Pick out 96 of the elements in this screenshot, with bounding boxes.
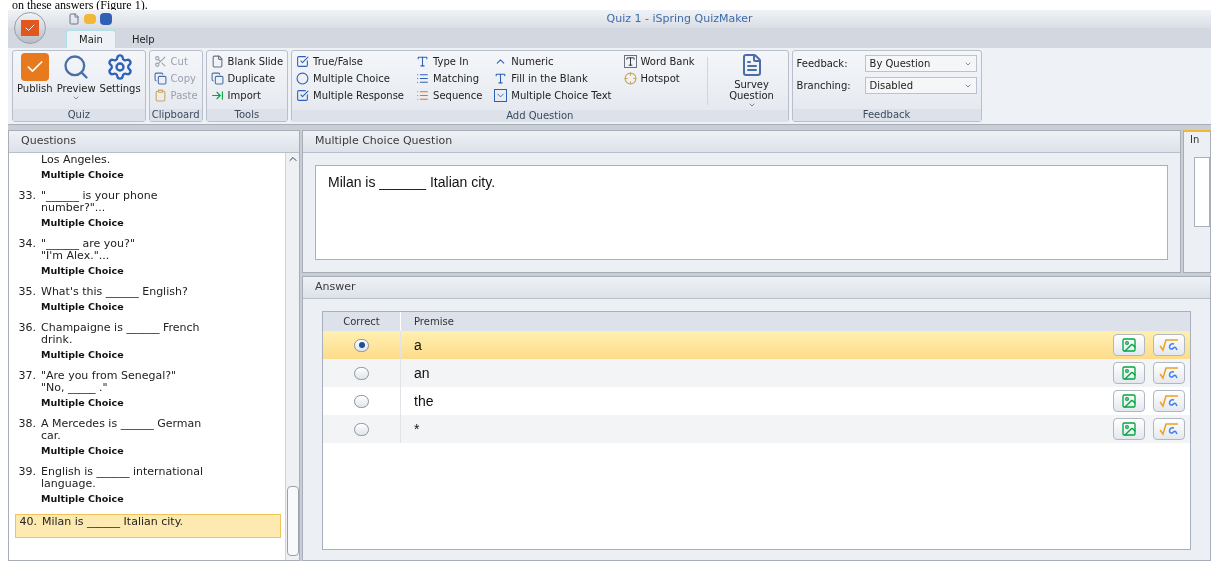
panel-header: Questions: [9, 131, 299, 153]
answer-row[interactable]: an: [323, 359, 1190, 387]
page-icon: [210, 55, 224, 68]
question-list-item[interactable]: 40. Milan is ______ Italian city.: [15, 514, 281, 538]
checkbox-icon: [296, 55, 310, 68]
image-button[interactable]: [1113, 362, 1145, 384]
ribbon-button[interactable]: Multiple Choice: [296, 70, 405, 87]
ribbon-large-button[interactable]: Preview: [56, 53, 96, 102]
premise-text: a: [413, 335, 423, 355]
formula-button[interactable]: [1153, 362, 1185, 384]
image-icon: [1121, 337, 1137, 353]
column-header: Premise: [413, 315, 455, 329]
caret-icon: [747, 101, 756, 109]
group-label: Clipboard: [149, 109, 202, 121]
window-title: Quiz 1 - iSpring QuizMaker: [605, 10, 754, 27]
crosshair-icon: [623, 72, 637, 85]
formula-button[interactable]: [1153, 418, 1185, 440]
type-icon: [623, 55, 637, 68]
image-button[interactable]: [1113, 418, 1145, 440]
clipboard-icon: [153, 89, 167, 102]
list-icon: [416, 72, 430, 85]
ribbon-button[interactable]: Type In: [416, 53, 483, 70]
ribbon-button[interactable]: Numeric: [494, 53, 612, 70]
group-label: Feedback: [792, 109, 981, 121]
ribbon-large-button[interactable]: Publish: [17, 53, 53, 102]
image-icon: [1121, 365, 1137, 381]
group-label: Tools: [206, 109, 288, 121]
premise-text: an: [413, 363, 431, 383]
formula-button[interactable]: [1153, 390, 1185, 412]
radio-button[interactable]: [354, 338, 369, 352]
ribbon-large-button[interactable]: Settings: [99, 53, 141, 102]
square-root-alpha-icon: [1159, 366, 1179, 380]
scroll-thumb[interactable]: [286, 486, 299, 556]
new-file-icon[interactable]: [68, 13, 80, 25]
field-label: Branching:: [796, 79, 852, 93]
ribbon-button[interactable]: Duplicate: [210, 70, 284, 87]
ribbon-large-button[interactable]: Survey Question: [719, 53, 784, 109]
question-list-item[interactable]: 34. "______ are you?" "I'm Alex."... Multiple Choice: [15, 238, 281, 286]
question-list-item[interactable]: 33. "______ is your phone number?"... Multiple Choice: [15, 190, 281, 238]
question-list-item[interactable]: 39. English is ______ international language. Multiple Choice: [15, 466, 281, 514]
group-label: Quiz: [13, 109, 145, 121]
ribbon-button[interactable]: Multiple Response: [296, 87, 405, 104]
ribbon-button[interactable]: Blank Slide: [210, 53, 284, 70]
ribbon-button[interactable]: Matching: [416, 70, 483, 87]
radio-icon: [296, 72, 310, 85]
question-text-field[interactable]: Milan is ______ Italian city.: [315, 165, 1168, 260]
field-label: Feedback:: [796, 57, 849, 71]
question-list-item[interactable]: 37. "Are you from Senegal?" "No, _____ ." Multiple Choice: [15, 370, 281, 418]
radio-button[interactable]: [354, 394, 369, 408]
scrollbar[interactable]: [285, 153, 299, 560]
checkmark-icon: [20, 53, 49, 81]
radio-button[interactable]: [354, 422, 369, 436]
answer-row[interactable]: a: [323, 331, 1190, 359]
type-icon: [494, 72, 508, 85]
ribbon-tab[interactable]: Main: [66, 30, 116, 48]
image-button[interactable]: [1113, 390, 1145, 412]
dropdown-field[interactable]: Disabled: [864, 77, 977, 94]
image-icon: [1121, 393, 1137, 409]
checkmark-logo-icon: [21, 20, 39, 36]
ribbon-button[interactable]: Import: [210, 87, 284, 104]
premise-text: the: [413, 391, 435, 411]
dropdown-icon: [494, 89, 508, 102]
square-root-alpha-icon: [1159, 422, 1179, 436]
dropdown-field[interactable]: By Question: [864, 55, 977, 72]
import-icon: [210, 89, 224, 102]
formula-button[interactable]: [1153, 334, 1185, 356]
gear-icon: [106, 53, 135, 81]
ribbon-button[interactable]: Word Bank: [623, 53, 695, 70]
ribbon-button[interactable]: True/False: [296, 53, 405, 70]
radio-button[interactable]: [354, 366, 369, 380]
copy-icon: [210, 72, 224, 85]
scissors-icon: [153, 55, 167, 68]
premise-text: *: [413, 419, 421, 439]
group-label: Add Question: [292, 110, 788, 122]
question-list-item[interactable]: 38. A Mercedes is ______ German car. Multiple Choice: [15, 418, 281, 466]
caret-icon: [72, 94, 81, 102]
magnifier-icon: [62, 53, 91, 81]
side-field[interactable]: [1194, 157, 1210, 227]
list-icon: [416, 89, 430, 102]
panel-tab[interactable]: In: [1184, 132, 1210, 147]
question-list-item[interactable]: 35. What's this ______ English? Multiple Choice: [15, 286, 281, 322]
ribbon-tab[interactable]: Help: [119, 30, 167, 48]
ribbon-button[interactable]: Sequence: [416, 87, 483, 104]
copy-icon: [153, 72, 167, 85]
type-icon: [416, 55, 430, 68]
image-button[interactable]: [1113, 334, 1145, 356]
answer-row[interactable]: *: [323, 415, 1190, 443]
ribbon-button[interactable]: Multiple Choice Text: [494, 87, 612, 104]
square-root-alpha-icon: [1159, 338, 1179, 352]
question-list-item[interactable]: 36. Champaigne is ______ French drink. Multiple Choice: [15, 322, 281, 370]
checkbox-icon: [296, 89, 310, 102]
square-root-alpha-icon: [1159, 394, 1179, 408]
ribbon-button[interactable]: Fill in the Blank: [494, 70, 612, 87]
question-list-item[interactable]: Los Angeles. Multiple Choice: [15, 154, 281, 190]
image-icon: [1121, 421, 1137, 437]
ribbon-button[interactable]: Hotspot: [623, 70, 695, 87]
